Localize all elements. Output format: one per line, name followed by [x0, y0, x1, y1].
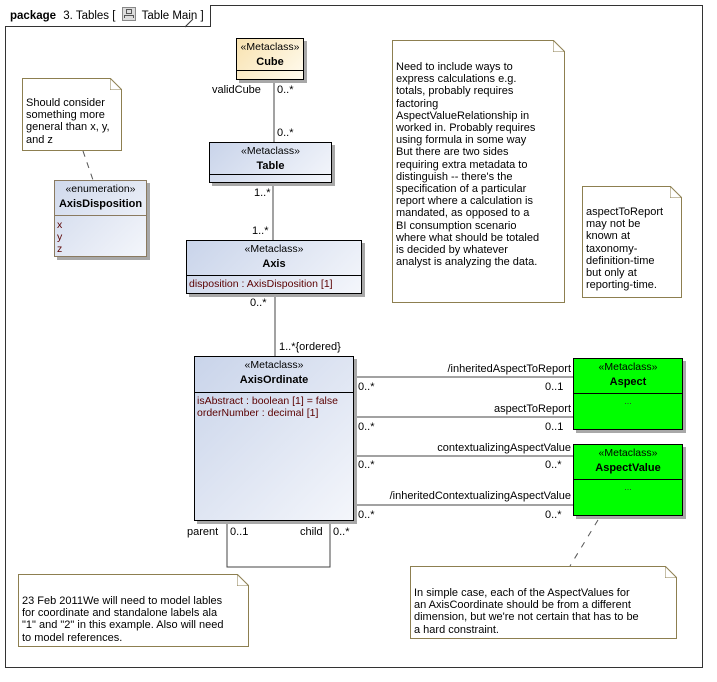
compartment-ellipsis: ... — [624, 396, 632, 406]
class-name: Cube — [256, 56, 284, 68]
class-aspect[interactable]: «Metaclass» Aspect ... — [573, 358, 683, 430]
stereotype: «enumeration» — [65, 183, 136, 195]
stereotype: «Metaclass» — [241, 145, 300, 157]
note-fold-icon — [670, 186, 682, 198]
note-text: In simple case, each of the AspectValues… — [414, 587, 639, 636]
multiplicity-label: 0..* — [358, 381, 375, 393]
role-label: /inheritedContextualizingAspectValue — [389, 490, 571, 502]
note-aspect-to-report[interactable]: aspectToReport may not be known at taxon… — [582, 186, 682, 298]
multiplicity-label: 0..* — [277, 84, 294, 96]
multiplicity-label: 0..1 — [545, 421, 564, 433]
enum-literal: z — [57, 243, 63, 255]
note-aspect-values[interactable]: In simple case, each of the AspectValues… — [410, 566, 677, 639]
aspect-value-note-anchor — [569, 519, 599, 567]
note-fold-icon — [665, 566, 677, 578]
note-axis-disposition[interactable]: Should consider something more general t… — [22, 78, 122, 151]
multiplicity-label: 0..* — [545, 509, 562, 521]
role-label: aspectToReport — [493, 403, 571, 415]
role-label: child — [300, 526, 323, 538]
note-fold-icon — [237, 574, 249, 586]
class-cube[interactable]: «Metaclass» Cube — [236, 38, 304, 80]
stereotype: «Metaclass» — [244, 359, 304, 371]
note-labels[interactable]: 23 Feb 2011We will need to model lables … — [18, 574, 249, 647]
note-text: 23 Feb 2011We will need to model lables … — [22, 595, 224, 644]
enum-axis-disposition[interactable]: «enumeration» AxisDisposition x y z — [54, 180, 147, 257]
note-fold-icon — [553, 40, 565, 52]
stereotype: «Metaclass» — [244, 243, 304, 255]
class-name: Table — [256, 160, 285, 172]
class-aspect-value[interactable]: «Metaclass» AspectValue ... — [573, 444, 683, 516]
compartment-ellipsis: ... — [624, 482, 632, 492]
multiplicity-label: 0..1 — [230, 526, 249, 538]
class-table[interactable]: «Metaclass» Table — [209, 142, 332, 183]
multiplicity-label: 0..1 — [545, 381, 564, 393]
class-name: AxisDisposition — [58, 198, 143, 210]
multiplicity-label: 0..* — [358, 421, 375, 433]
stereotype: «Metaclass» — [598, 361, 658, 373]
enum-literal: y — [57, 231, 63, 243]
note-calculations[interactable]: Need to include ways to express calculat… — [392, 40, 565, 303]
class-axis[interactable]: «Metaclass» Axis disposition : AxisDispo… — [186, 240, 362, 294]
class-name: AspectValue — [595, 462, 661, 474]
attribute: disposition : AxisDisposition [1] — [189, 278, 333, 290]
note-text: Need to include ways to express calculat… — [396, 61, 540, 269]
multiplicity-label: 1..* — [254, 187, 271, 199]
note-text: Should consider something more general t… — [26, 97, 110, 146]
role-label: contextualizingAspectValue — [437, 442, 571, 454]
multiplicity-label: 0..* — [358, 459, 375, 471]
enum-literal: x — [57, 219, 63, 231]
note-fold-icon — [110, 78, 122, 90]
multiplicity-label: 0..* — [250, 297, 267, 309]
multiplicity-label: 1..* — [252, 225, 269, 237]
role-label: validCube — [212, 84, 261, 96]
multiplicity-label: 0..* — [333, 526, 350, 538]
multiplicity-label: 0..* — [545, 459, 562, 471]
stereotype: «Metaclass» — [598, 447, 658, 459]
class-name: Axis — [262, 258, 286, 270]
attribute: orderNumber : decimal [1] — [197, 407, 319, 419]
enum-note-anchor — [82, 150, 94, 181]
stereotype: «Metaclass» — [240, 41, 300, 53]
class-axis-ordinate[interactable]: «Metaclass» AxisOrdinate isAbstract : bo… — [194, 356, 354, 521]
attribute: isAbstract : boolean [1] = false — [197, 395, 338, 407]
role-label: parent — [187, 526, 219, 538]
class-name: AxisOrdinate — [239, 374, 309, 386]
note-text: aspectToReport may not be known at taxon… — [586, 206, 664, 292]
multiplicity-label: 1..*{ordered} — [279, 341, 341, 353]
role-label: /inheritedAspectToReport — [447, 363, 571, 375]
multiplicity-label: 0..* — [358, 509, 375, 521]
class-name: Aspect — [609, 376, 647, 388]
multiplicity-label: 0..* — [277, 127, 294, 139]
